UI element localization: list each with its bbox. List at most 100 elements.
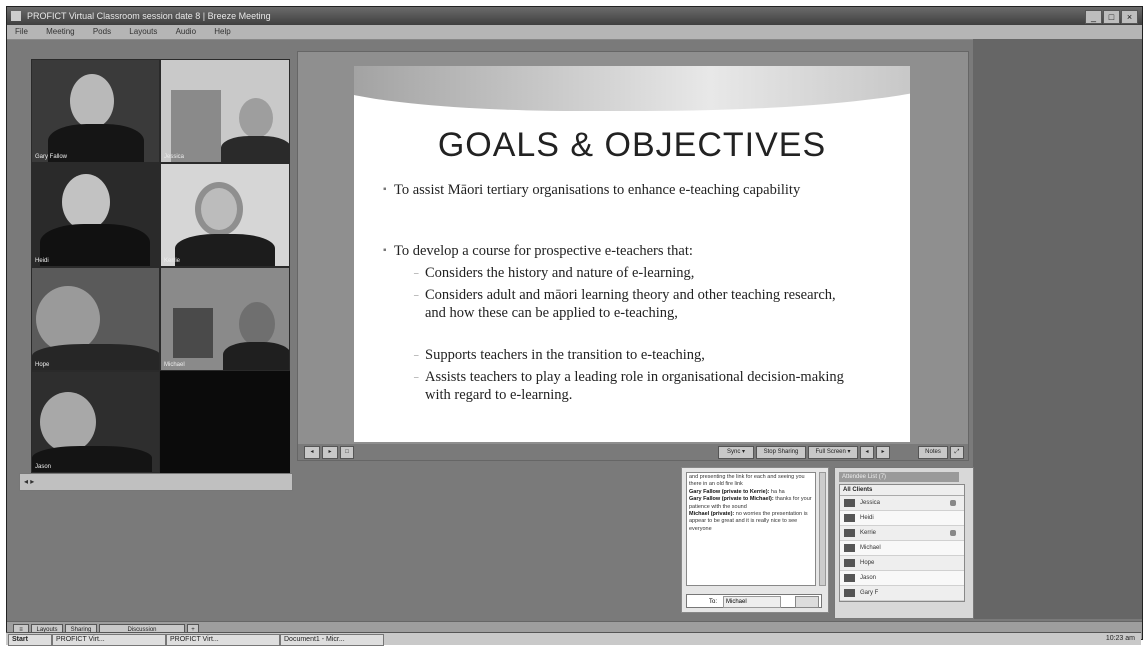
close-button[interactable]: × [1121,10,1138,24]
notes-button[interactable]: Notes [918,446,948,459]
chat-message: Gary Fallow (private to Kerrie): ha ha [689,489,813,496]
video-tile[interactable]: Heidi [31,163,160,267]
taskbar-item[interactable]: PROFICT Virt... [166,634,280,646]
thumbnail-button[interactable]: □ [340,446,354,459]
webcam-icon [844,529,855,537]
slide-subbullet: – Considers the history and nature of e-… [414,264,855,282]
slide-subbullet: – Assists teachers to play a leading rol… [414,368,845,404]
attendee-row[interactable]: Hope [840,556,964,571]
breeze-window: PROFICT Virtual Classroom session date 8… [6,6,1143,640]
share-pod: GOALS & OBJECTIVES ▪ To assist Māori ter… [297,51,969,461]
attendee-row[interactable]: Michael [840,541,964,556]
participant-body [175,234,275,266]
video-tile[interactable]: Hope [31,267,160,371]
expand-icon[interactable]: ⤢ [950,446,964,459]
attendee-row[interactable]: Gary F [840,586,964,601]
bullet-icon: – [414,350,419,360]
video-scrollbar[interactable]: ◂ ▸ [19,473,293,491]
taskbar-item[interactable]: Document1 - Micr... [280,634,384,646]
webcam-icon [844,559,855,567]
microphone-icon [950,530,956,536]
slide-header-wave [354,66,910,111]
video-name: Michael [164,362,185,368]
attendee-pod-title: Attendee List (7) [839,472,959,482]
menu-layouts[interactable]: Layouts [121,27,165,36]
webcam-icon [844,574,855,582]
video-name: Hope [35,362,50,368]
chat-log: and presenting the link for each and see… [686,472,816,586]
prev-page-button[interactable]: ◂ [860,446,874,459]
chat-recipient-select[interactable]: Michael [723,596,781,608]
background-door [171,90,221,162]
video-tile[interactable]: Kerrie [160,163,290,267]
full-screen-button[interactable]: Full Screen ▾ [808,446,858,459]
subbullet-text: Supports teachers in the transition to e… [425,347,705,363]
share-controls: ◂ ▸ □ Sync ▾ Stop Sharing Full Screen ▾ … [298,444,968,460]
minimize-button[interactable]: _ [1085,10,1102,24]
participant-body [221,136,289,162]
stop-sharing-button[interactable]: Stop Sharing [756,446,806,459]
bullet-icon: – [414,268,419,278]
video-name: Kerrie [164,258,181,264]
participant-face [195,182,243,236]
menu-meeting[interactable]: Meeting [38,27,82,36]
video-pod: Gary Fallow Jessica Heidi Kerrie Hope Mi… [31,59,290,473]
attendee-row[interactable]: Jessica [840,496,964,511]
video-tile[interactable]: Jason [31,371,160,473]
webcam-icon [844,544,855,552]
menu-help[interactable]: Help [206,27,238,36]
subbullet-text: Considers adult and māori learning theor… [425,287,836,321]
video-name: Gary Fallow [35,154,68,160]
menu-file[interactable]: File [7,27,36,36]
attendee-row[interactable]: Jason [840,571,964,586]
chat-text: ha ha [770,488,785,495]
participant-body [223,342,289,370]
participant-face [239,302,275,346]
chat-scrollbar[interactable] [819,472,826,586]
video-tile[interactable]: Jessica [160,59,290,163]
taskbar-item[interactable]: PROFICT Virt... [52,634,166,646]
slide-bullet: ▪ To develop a course for prospective e-… [383,242,854,260]
participant-body [40,224,150,266]
slide-subbullet: – Considers adult and māori learning the… [414,286,845,322]
bullet-text: To develop a course for prospective e-te… [394,243,693,259]
prev-slide-button[interactable]: ◂ [304,446,320,459]
attendee-name: Gary F [860,590,879,596]
attendee-name: Hope [860,560,875,566]
chat-text: and presenting the link for each and see… [689,474,805,488]
taskbar-clock: 10:23 am [1105,635,1135,642]
webcam-icon [844,589,855,597]
sync-button[interactable]: Sync ▾ [718,446,754,459]
window-title: PROFICT Virtual Classroom session date 8… [27,11,271,21]
microphone-icon [950,500,956,506]
participant-face [36,286,100,352]
menu-pods[interactable]: Pods [85,27,119,36]
participant-face [40,392,96,452]
attendee-row[interactable]: Kerrie [840,526,964,541]
attendee-row[interactable]: Heidi [840,511,964,526]
bullet-icon: ▪ [383,184,387,195]
maximize-button[interactable]: □ [1103,10,1120,24]
slide-subbullet: – Supports teachers in the transition to… [414,346,855,364]
video-tile[interactable]: Michael [160,267,290,371]
chat-input-row: To: Michael [686,594,822,608]
title-bar: PROFICT Virtual Classroom session date 8… [7,7,1142,25]
video-name: Heidi [35,258,49,264]
start-button[interactable]: Start [8,634,52,646]
bullet-text: To assist Māori tertiary organisations t… [394,182,801,198]
next-slide-button[interactable]: ▸ [322,446,338,459]
menu-bar: File Meeting Pods Layouts Audio Help [7,25,1142,40]
participant-face [62,174,110,230]
next-page-button[interactable]: ▸ [876,446,890,459]
attendee-pod: Attendee List (7) All Clients Jessica He… [834,467,974,619]
attendee-name: Michael [860,545,881,551]
send-button[interactable] [795,596,819,608]
subbullet-text: Assists teachers to play a leading role … [425,369,844,403]
bullet-icon: – [414,290,419,300]
windows-taskbar: Start PROFICT Virt... PROFICT Virt... Do… [6,632,1141,646]
menu-audio[interactable]: Audio [168,27,204,36]
video-tile[interactable]: Gary Fallow [31,59,160,163]
bullet-icon: – [414,372,419,382]
attendee-list: All Clients Jessica Heidi Kerrie Michael [839,484,965,602]
slide-title: GOALS & OBJECTIVES [437,126,827,164]
